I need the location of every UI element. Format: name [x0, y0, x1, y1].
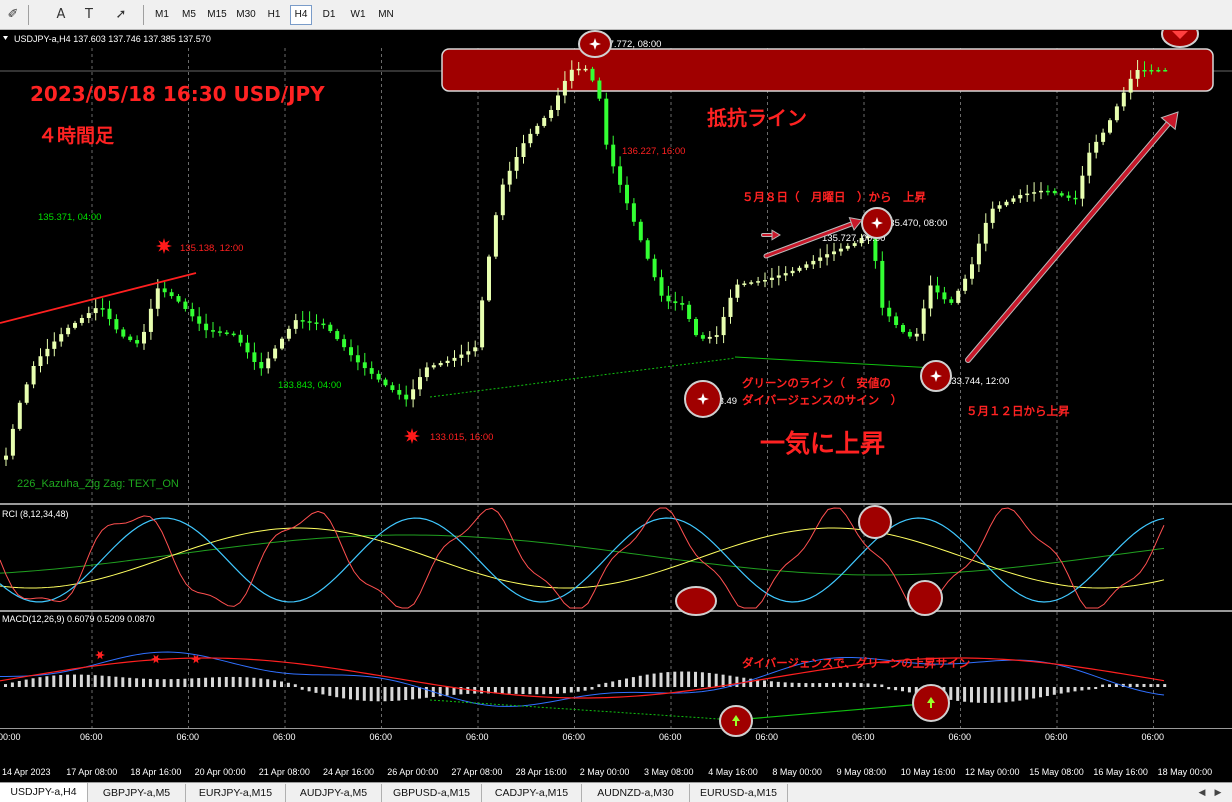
tb-separator: [143, 5, 144, 25]
annotation-may12: ５月１２日から上昇: [966, 404, 1070, 418]
annotation-green-line-1: グリーンのライン（ 安値の: [742, 376, 891, 390]
annotation-resistance: 抵抗ライン: [707, 106, 807, 130]
axis-time-label: 06:00: [949, 732, 972, 742]
axis-date-label: 27 Apr 08:00: [451, 767, 502, 777]
price-label: 135.470, 08:00: [884, 218, 947, 229]
timeframe-m1-button[interactable]: M1: [150, 5, 174, 25]
price-label: 133.744, 12:00: [946, 376, 1009, 387]
axis-date-label: 17 Apr 08:00: [66, 767, 117, 777]
axis-time-label: 06:00: [177, 732, 200, 742]
axis-date-label: 15 May 08:00: [1029, 767, 1084, 777]
axis-date-label: 16 May 16:00: [1093, 767, 1148, 777]
price-label: 135.371, 04:00: [38, 212, 101, 223]
axis-time-label: 06:00: [756, 732, 779, 742]
axis-date-label: 28 Apr 16:00: [516, 767, 567, 777]
axis-time-label: 06:00: [563, 732, 586, 742]
axis-date-label: 8 May 00:00: [772, 767, 822, 777]
price-label: 133.015, 16:00: [430, 432, 493, 443]
axis-date-label: 18 Apr 16:00: [130, 767, 181, 777]
axis-date-label: 2 May 00:00: [580, 767, 630, 777]
scroll-left-icon[interactable]: ◀: [1196, 787, 1208, 799]
axis-time-label: 06:00: [1045, 732, 1068, 742]
timeframe-m5-button[interactable]: M5: [177, 5, 201, 25]
symbol-tab[interactable]: EURUSD-a,M15: [690, 784, 788, 802]
axis-time-label: 06:00: [80, 732, 103, 742]
symbol-tab[interactable]: AUDNZD-a,M30: [582, 784, 690, 802]
symbol-tab[interactable]: GBPJPY-a,M5: [88, 784, 186, 802]
price-chart[interactable]: USDJPY-a,H4 137.603 137.746 137.385 137.…: [0, 30, 1232, 782]
annotation-title: 2023/05/18 16:30 USD/JPY: [30, 82, 325, 106]
label-text-icon[interactable]: A: [50, 5, 72, 25]
axis-time-label: 06:00: [370, 732, 393, 742]
axis-date-label: 10 May 16:00: [901, 767, 956, 777]
axis-date-label: 12 May 00:00: [965, 767, 1020, 777]
symbol-tab[interactable]: USDJPY-a,H4: [0, 783, 88, 802]
scroll-right-icon[interactable]: ▶: [1212, 787, 1224, 799]
symbol-tab[interactable]: GBPUSD-a,M15: [382, 784, 482, 802]
axis-date-label: 4 May 16:00: [708, 767, 758, 777]
axis-time-label: 06:00: [852, 732, 875, 742]
axis-time-label: 06:00: [273, 732, 296, 742]
panel-separator[interactable]: [0, 503, 1232, 505]
symbol-tab[interactable]: EURJPY-a,M15: [186, 784, 286, 802]
axis-date-label: 14 Apr 2023: [2, 767, 51, 777]
axis-time-label: 06:00: [659, 732, 682, 742]
price-label: 135.138, 12:00: [180, 243, 243, 254]
symbol-tab[interactable]: CADJPY-a,M15: [482, 784, 582, 802]
chart-toolbar: ✐ A T ➚ M1 M5 M15 M30 H1 H4 D1 W1 MN: [0, 0, 1232, 30]
chart-header: USDJPY-a,H4 137.603 137.746 137.385 137.…: [14, 34, 211, 44]
annotation-surge: 一気に上昇: [760, 429, 885, 458]
axis-time-label: 06:00: [466, 732, 489, 742]
timeframe-h1-button[interactable]: H1: [262, 5, 286, 25]
axis-date-label: 3 May 08:00: [644, 767, 694, 777]
timeframe-d1-button[interactable]: D1: [316, 5, 342, 25]
text-frame-icon[interactable]: T: [78, 5, 100, 25]
axis-date-label: 20 Apr 00:00: [195, 767, 246, 777]
macd-label: MACD(12,26,9) 0.6079 0.5209 0.0870: [2, 614, 155, 624]
timeframe-h4-button[interactable]: H4: [290, 5, 312, 25]
symbol-tab-bar: USDJPY-a,H4 GBPJPY-a,M5 EURJPY-a,M15 AUDJPY…: [0, 782, 1232, 802]
tb-separator: [28, 5, 29, 25]
timeframe-mn-button[interactable]: MN: [373, 5, 399, 25]
axis-time-label: 00:00: [0, 732, 21, 742]
timeframe-w1-button[interactable]: W1: [345, 5, 371, 25]
arrows-icon[interactable]: ➚: [110, 5, 132, 25]
annotation-green-line-2: ダイバージェンスのサイン ）: [742, 393, 902, 407]
panel-separator: [0, 728, 1232, 729]
indicator-label: 226_Kazuha_Zig Zag: TEXT_ON: [17, 478, 179, 490]
pen-tool-icon[interactable]: ✐: [2, 5, 24, 25]
price-label: 133.843, 04:00: [278, 380, 341, 391]
axis-date-label: 18 May 00:00: [1158, 767, 1213, 777]
annotation-may8: ５月８日（ 月曜日 ）から 上昇: [742, 190, 926, 204]
timeframe-m30-button[interactable]: M30: [233, 5, 259, 25]
panel-separator[interactable]: [0, 610, 1232, 612]
axis-date-label: 26 Apr 00:00: [387, 767, 438, 777]
annotation-subtitle: ４時間足: [38, 125, 115, 147]
annotation-macd: ダイバージェンスで、グリーンの上昇サイン: [742, 656, 970, 670]
timeframe-m15-button[interactable]: M15: [204, 5, 230, 25]
axis-date-label: 21 Apr 08:00: [259, 767, 310, 777]
rci-label: RCI (8,12,34,48): [2, 509, 69, 519]
resistance-zone: [441, 48, 1214, 92]
symbol-tab[interactable]: AUDJPY-a,M5: [286, 784, 382, 802]
axis-date-label: 9 May 08:00: [837, 767, 887, 777]
axis-time-label: 06:00: [1142, 732, 1165, 742]
axis-date-label: 24 Apr 16:00: [323, 767, 374, 777]
price-label: 136.227, 16:00: [622, 146, 685, 157]
